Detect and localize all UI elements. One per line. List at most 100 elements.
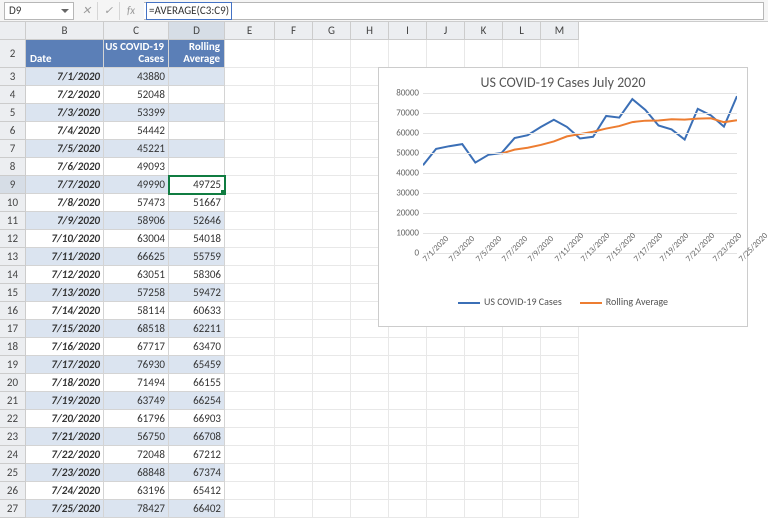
cell-rolling[interactable]: 65459 xyxy=(169,356,225,374)
empty-cell[interactable] xyxy=(275,68,313,86)
empty-cell[interactable] xyxy=(351,356,389,374)
select-all-corner[interactable] xyxy=(0,22,26,40)
cell-rolling[interactable]: 65412 xyxy=(169,482,225,500)
cell-date[interactable]: 7/21/2020 xyxy=(26,428,104,446)
empty-cell[interactable] xyxy=(541,392,579,410)
row-header-18[interactable]: 18 xyxy=(0,338,25,356)
cell-date[interactable]: 7/17/2020 xyxy=(26,356,104,374)
cell-cases[interactable]: 78427 xyxy=(104,500,169,518)
column-header-I[interactable]: I xyxy=(389,22,427,39)
empty-cell[interactable] xyxy=(389,392,427,410)
empty-cell[interactable] xyxy=(275,248,313,266)
empty-cell[interactable] xyxy=(225,482,275,500)
cell-rolling[interactable]: 59472 xyxy=(169,284,225,302)
empty-cell[interactable] xyxy=(313,392,351,410)
cell-cases[interactable]: 45221 xyxy=(104,140,169,158)
empty-cell[interactable] xyxy=(503,464,541,482)
empty-cell[interactable] xyxy=(313,482,351,500)
cell-rolling[interactable] xyxy=(169,86,225,104)
empty-cell[interactable] xyxy=(275,446,313,464)
empty-cell[interactable] xyxy=(313,194,351,212)
cell-rolling[interactable]: 66402 xyxy=(169,500,225,518)
empty-cell[interactable] xyxy=(225,338,275,356)
empty-cell[interactable] xyxy=(225,446,275,464)
cell-date[interactable]: 7/19/2020 xyxy=(26,392,104,410)
row-header-12[interactable]: 12 xyxy=(0,230,25,248)
cell-rolling[interactable]: 67374 xyxy=(169,464,225,482)
empty-cell[interactable] xyxy=(351,446,389,464)
chart[interactable]: US COVID-19 Cases July 2020 010000200003… xyxy=(378,67,748,327)
empty-cell[interactable] xyxy=(275,230,313,248)
empty-cell[interactable] xyxy=(225,374,275,392)
table-header-roll[interactable]: RollingAverage xyxy=(169,40,225,68)
row-header-8[interactable]: 8 xyxy=(0,158,25,176)
empty-cell[interactable] xyxy=(389,500,427,518)
empty-cell[interactable] xyxy=(225,284,275,302)
row-header-27[interactable]: 27 xyxy=(0,500,25,518)
cell-date[interactable]: 7/7/2020 xyxy=(26,176,104,194)
cell-cases[interactable]: 58114 xyxy=(104,302,169,320)
empty-cell[interactable] xyxy=(427,500,465,518)
empty-cell[interactable] xyxy=(313,302,351,320)
empty-cell[interactable] xyxy=(275,40,313,68)
empty-cell[interactable] xyxy=(541,338,579,356)
cell-cases[interactable]: 68518 xyxy=(104,320,169,338)
empty-cell[interactable] xyxy=(541,500,579,518)
column-header-G[interactable]: G xyxy=(313,22,351,39)
empty-cell[interactable] xyxy=(351,392,389,410)
cell-rolling[interactable]: 52646 xyxy=(169,212,225,230)
table-header-date[interactable]: Date xyxy=(26,40,104,68)
empty-cell[interactable] xyxy=(275,104,313,122)
empty-cell[interactable] xyxy=(313,40,351,68)
column-header-K[interactable]: K xyxy=(465,22,503,39)
empty-cell[interactable] xyxy=(389,464,427,482)
empty-cell[interactable] xyxy=(465,356,503,374)
cell-rolling[interactable]: 63470 xyxy=(169,338,225,356)
cell-date[interactable]: 7/25/2020 xyxy=(26,500,104,518)
cell-date[interactable]: 7/5/2020 xyxy=(26,140,104,158)
empty-cell[interactable] xyxy=(225,158,275,176)
empty-cell[interactable] xyxy=(427,446,465,464)
empty-cell[interactable] xyxy=(503,40,541,68)
cell-date[interactable]: 7/2/2020 xyxy=(26,86,104,104)
cell-cases[interactable]: 76930 xyxy=(104,356,169,374)
column-header-H[interactable]: H xyxy=(351,22,389,39)
cell-date[interactable]: 7/4/2020 xyxy=(26,122,104,140)
empty-cell[interactable] xyxy=(225,266,275,284)
empty-cell[interactable] xyxy=(275,374,313,392)
row-header-10[interactable]: 10 xyxy=(0,194,25,212)
cell-date[interactable]: 7/20/2020 xyxy=(26,410,104,428)
empty-cell[interactable] xyxy=(225,212,275,230)
empty-cell[interactable] xyxy=(427,428,465,446)
empty-cell[interactable] xyxy=(389,428,427,446)
empty-cell[interactable] xyxy=(275,284,313,302)
empty-cell[interactable] xyxy=(351,500,389,518)
empty-cell[interactable] xyxy=(275,464,313,482)
empty-cell[interactable] xyxy=(275,320,313,338)
cell-date[interactable]: 7/15/2020 xyxy=(26,320,104,338)
cell-rolling[interactable]: 66903 xyxy=(169,410,225,428)
empty-cell[interactable] xyxy=(313,284,351,302)
row-header-23[interactable]: 23 xyxy=(0,428,25,446)
empty-cell[interactable] xyxy=(275,140,313,158)
empty-cell[interactable] xyxy=(541,40,579,68)
row-header-4[interactable]: 4 xyxy=(0,86,25,104)
cell-cases[interactable]: 58906 xyxy=(104,212,169,230)
cell-date[interactable]: 7/10/2020 xyxy=(26,230,104,248)
empty-cell[interactable] xyxy=(465,374,503,392)
empty-cell[interactable] xyxy=(389,446,427,464)
column-header-L[interactable]: L xyxy=(503,22,541,39)
empty-cell[interactable] xyxy=(275,122,313,140)
row-header-20[interactable]: 20 xyxy=(0,374,25,392)
cancel-icon[interactable]: ✕ xyxy=(76,2,98,20)
empty-cell[interactable] xyxy=(503,500,541,518)
row-header-5[interactable]: 5 xyxy=(0,104,25,122)
cell-cases[interactable]: 52048 xyxy=(104,86,169,104)
cell-cases[interactable]: 71494 xyxy=(104,374,169,392)
empty-cell[interactable] xyxy=(313,500,351,518)
empty-cell[interactable] xyxy=(313,230,351,248)
cell-rolling[interactable] xyxy=(169,158,225,176)
empty-cell[interactable] xyxy=(275,392,313,410)
empty-cell[interactable] xyxy=(313,122,351,140)
empty-cell[interactable] xyxy=(225,410,275,428)
